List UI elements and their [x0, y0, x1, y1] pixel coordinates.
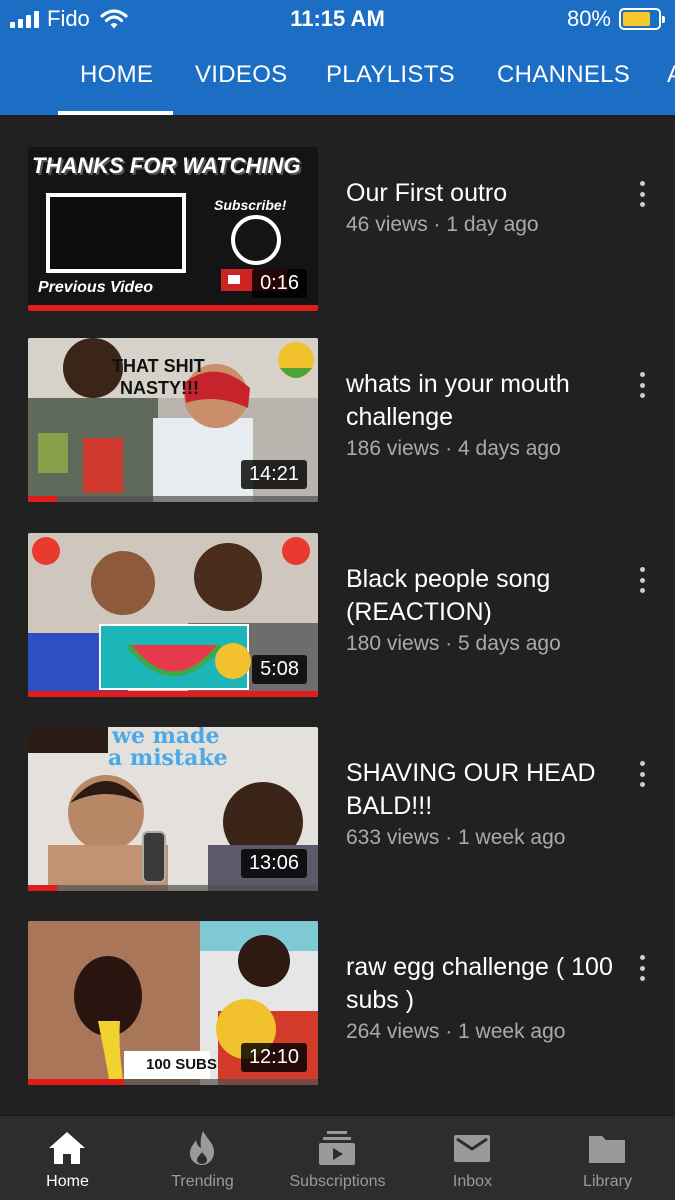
video-title[interactable]: whats in your mouth challenge	[346, 368, 616, 434]
nav-subscriptions[interactable]: Subscriptions	[270, 1116, 405, 1200]
video-views-age: 633 views · 1 week ago	[346, 826, 566, 849]
nav-label: Home	[46, 1173, 89, 1190]
watch-progress-bar	[28, 1079, 318, 1085]
more-options-icon[interactable]	[637, 372, 647, 398]
subscriptions-icon	[319, 1131, 355, 1165]
more-options-icon[interactable]	[637, 955, 647, 981]
tab-about-partial[interactable]: A	[667, 38, 675, 115]
video-title[interactable]: SHAVING OUR HEAD BALD!!!	[346, 757, 616, 823]
thumbnail-text-line2: NASTY!!!	[120, 378, 199, 398]
thumbnail-text-100-subs: 100 SUBS	[146, 1056, 217, 1073]
video-list: THANKS FOR WATCHING Subscribe! Previous …	[0, 115, 675, 1115]
nav-inbox[interactable]: Inbox	[405, 1116, 540, 1200]
video-duration: 14:21	[240, 460, 307, 489]
video-thumbnail[interactable]: 100 SUBS 12:10	[28, 921, 318, 1085]
nav-trending[interactable]: Trending	[135, 1116, 270, 1200]
battery-percentage: 80%	[566, 6, 611, 31]
video-title[interactable]: Black people song (REACTION)	[346, 563, 616, 629]
thumbnail-text-line1: THAT SHIT	[112, 356, 205, 376]
tab-channels[interactable]: CHANNELS	[497, 38, 630, 115]
video-thumbnail[interactable]: we made a mistake 13:06	[28, 727, 318, 891]
video-views-age: 180 views · 5 days ago	[346, 632, 561, 655]
channel-tabs: HOME VIDEOS PLAYLISTS CHANNELS A	[0, 38, 675, 115]
thumbnail-text-thanks: THANKS FOR WATCHING	[32, 153, 301, 178]
more-options-icon[interactable]	[637, 567, 647, 593]
video-thumbnail[interactable]: THAT SHIT NASTY!!! 14:21	[28, 338, 318, 502]
video-views-age: 46 views · 1 day ago	[346, 213, 539, 236]
thumbnail-text-line2: a mistake	[108, 745, 228, 771]
video-thumbnail[interactable]: THANKS FOR WATCHING Subscribe! Previous …	[28, 147, 318, 311]
video-views-age: 186 views · 4 days ago	[346, 437, 561, 460]
nav-library[interactable]: Library	[540, 1116, 675, 1200]
video-thumbnail[interactable]: 5:08	[28, 533, 318, 697]
video-item[interactable]: 100 SUBS 12:10 raw egg challenge ( 100 s…	[0, 921, 675, 1101]
video-item[interactable]: THAT SHIT NASTY!!! 14:21 whats in your m…	[0, 338, 675, 518]
watch-progress-bar	[28, 305, 318, 311]
nav-label: Trending	[171, 1173, 234, 1190]
tab-playlists[interactable]: PLAYLISTS	[326, 38, 455, 115]
bottom-navigation: Home Trending Subscriptions Inbox Librar…	[0, 1115, 675, 1200]
video-duration: 0:16	[252, 269, 307, 298]
video-title[interactable]: Our First outro	[346, 177, 616, 210]
folder-icon	[589, 1136, 625, 1163]
thumbnail-text-previous: Previous Video	[38, 279, 153, 296]
status-bar: Fido 11:15 AM 80%	[0, 0, 675, 38]
nav-label: Inbox	[452, 1173, 493, 1190]
tab-videos[interactable]: VIDEOS	[195, 38, 288, 115]
video-item[interactable]: THANKS FOR WATCHING Subscribe! Previous …	[0, 147, 675, 327]
more-options-icon[interactable]	[637, 181, 647, 207]
battery-icon	[619, 8, 665, 30]
thumbnail-text-subscribe: Subscribe!	[214, 197, 287, 213]
video-duration: 12:10	[240, 1043, 307, 1072]
video-title[interactable]: raw egg challenge ( 100 subs )	[346, 951, 616, 1017]
more-options-icon[interactable]	[637, 761, 647, 787]
flame-icon	[190, 1131, 214, 1165]
watch-progress-bar	[28, 885, 318, 891]
nav-label: Library	[583, 1173, 632, 1190]
nav-label: Subscriptions	[289, 1173, 386, 1190]
video-item[interactable]: we made a mistake 13:06 SHAVING OUR HEAD…	[0, 727, 675, 907]
tab-home[interactable]: HOME	[80, 38, 153, 115]
video-duration: 5:08	[252, 655, 307, 684]
video-views-age: 264 views · 1 week ago	[346, 1020, 566, 1043]
home-icon	[49, 1132, 85, 1164]
watch-progress-bar	[28, 691, 318, 697]
nav-home[interactable]: Home	[0, 1116, 135, 1200]
video-item[interactable]: 5:08 Black people song (REACTION) 180 vi…	[0, 533, 675, 713]
mail-icon	[454, 1135, 490, 1162]
watch-progress-bar	[28, 496, 318, 502]
video-duration: 13:06	[240, 849, 307, 878]
